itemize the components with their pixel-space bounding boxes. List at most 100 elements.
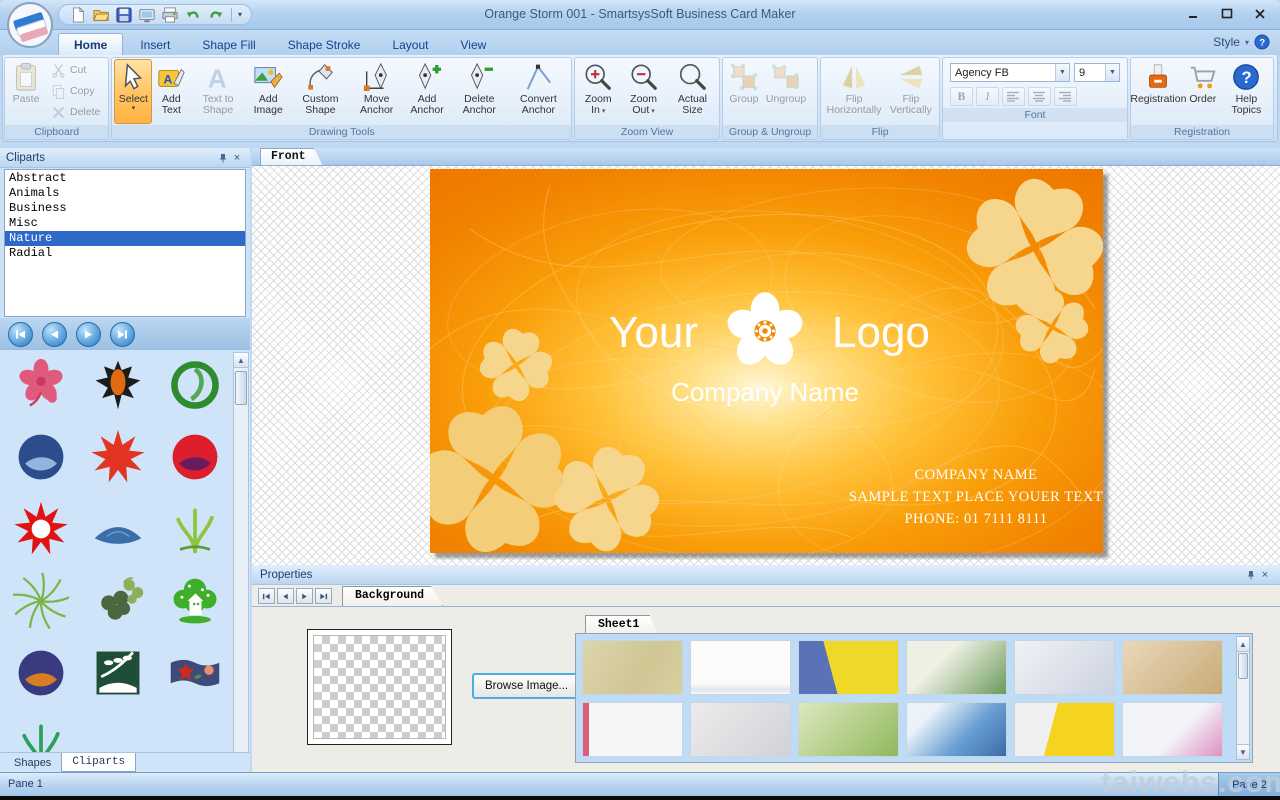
- category-animals[interactable]: Animals: [5, 186, 245, 201]
- background-thumbnail-green-money[interactable]: [906, 640, 1007, 695]
- tab-shape-fill[interactable]: Shape Fill: [187, 34, 270, 55]
- zoom-in-button[interactable]: Zoom In ▾: [577, 59, 619, 124]
- select-button[interactable]: Select▾: [114, 59, 152, 124]
- clipart-maple-leaf[interactable]: [83, 356, 154, 414]
- background-thumbnail-stacked-coins-sepia[interactable]: [1122, 640, 1223, 695]
- background-thumbnail-gray-sketch[interactable]: [690, 702, 791, 757]
- first-record-button[interactable]: [258, 588, 275, 604]
- clipart-red-petal-burst[interactable]: [83, 428, 154, 486]
- category-business[interactable]: Business: [5, 201, 245, 216]
- clipart-bird-of-paradise[interactable]: [6, 428, 77, 486]
- background-thumbnail-pink-flower-stripes[interactable]: [1122, 702, 1223, 757]
- scroll-up-icon[interactable]: ▲: [1237, 637, 1249, 652]
- last-record-button[interactable]: [315, 588, 332, 604]
- clipart-nature-scene[interactable]: [6, 644, 77, 702]
- font-family-select[interactable]: Agency FB▼: [950, 63, 1070, 82]
- background-thumbnail-blue-money[interactable]: [906, 702, 1007, 757]
- background-thumbnail-beige-map-texture[interactable]: [582, 640, 683, 695]
- clipart-cherry-blossom[interactable]: [6, 356, 77, 414]
- tab-cliparts[interactable]: Cliparts: [61, 753, 136, 772]
- background-thumbnail-yellow-calculator[interactable]: [1014, 702, 1115, 757]
- background-thumbnail-calculator-keys-faint[interactable]: [1014, 640, 1115, 695]
- clipart-lizard-ring[interactable]: [159, 356, 230, 414]
- background-preview[interactable]: [307, 629, 452, 745]
- svg-text:A: A: [208, 63, 227, 92]
- card-logo-text-right[interactable]: Logo: [832, 308, 930, 357]
- design-canvas[interactable]: Your Logo Company Name COMPANY NAME SAMP…: [252, 166, 1280, 565]
- tab-shape-stroke[interactable]: Shape Stroke: [273, 34, 376, 55]
- next-record-button[interactable]: [296, 588, 313, 604]
- properties-panel: Properties × Background Browse Image... …: [252, 565, 1280, 772]
- background-thumbnail-green-buttons[interactable]: [798, 702, 899, 757]
- close-panel-icon[interactable]: ×: [230, 151, 244, 165]
- registration-button[interactable]: Registration: [1133, 59, 1184, 124]
- tab-home[interactable]: Home: [58, 33, 123, 55]
- app-logo-icon[interactable]: [7, 2, 53, 48]
- last-page-button[interactable]: [110, 322, 135, 347]
- close-panel-icon[interactable]: ×: [1258, 568, 1272, 582]
- pin-icon[interactable]: [1244, 568, 1258, 582]
- tab-front[interactable]: Front: [260, 148, 323, 165]
- tab-sheet1[interactable]: Sheet1: [585, 615, 658, 635]
- clipart-spiral-burst[interactable]: [6, 572, 77, 630]
- next-page-button[interactable]: [76, 322, 101, 347]
- help-topics-button[interactable]: ?Help Topics: [1222, 59, 1271, 124]
- pin-icon[interactable]: [216, 151, 230, 165]
- custom-shape-button[interactable]: Custom Shape: [291, 59, 350, 124]
- tab-layout[interactable]: Layout: [377, 34, 443, 55]
- tab-background[interactable]: Background: [342, 586, 443, 606]
- clipart-tree-house[interactable]: [159, 572, 230, 630]
- card-logo-text-left[interactable]: Your: [609, 308, 698, 357]
- scrollbar-thumb[interactable]: [235, 371, 247, 405]
- minimize-button[interactable]: [1184, 6, 1204, 21]
- category-abstract[interactable]: Abstract: [5, 171, 245, 186]
- gallery-scrollbar[interactable]: ▲ ▼: [1236, 636, 1250, 760]
- button-label: Add Image: [249, 94, 288, 116]
- background-thumbnail-coin-sketch-white[interactable]: [690, 640, 791, 695]
- previous-record-button[interactable]: [277, 588, 294, 604]
- card-company-name[interactable]: Company Name: [671, 377, 859, 407]
- scrollbar-thumb[interactable]: [1238, 653, 1248, 679]
- background-thumbnail-white-calc-pink-stripe[interactable]: [582, 702, 683, 757]
- scroll-up-icon[interactable]: ▲: [234, 353, 248, 368]
- font-size-select[interactable]: 9▼: [1074, 63, 1120, 82]
- close-button[interactable]: [1250, 6, 1270, 21]
- text-to-shape-icon: A: [203, 62, 233, 92]
- tab-insert[interactable]: Insert: [125, 34, 185, 55]
- tab-view[interactable]: View: [445, 34, 501, 55]
- convert-anchor-button[interactable]: Convert Anchor: [508, 59, 570, 124]
- clipart-sun-face[interactable]: [6, 500, 77, 558]
- tab-shapes[interactable]: Shapes: [4, 753, 61, 772]
- maximize-button[interactable]: [1217, 6, 1237, 21]
- browse-image-button[interactable]: Browse Image...: [472, 673, 581, 699]
- previous-page-button[interactable]: [42, 322, 67, 347]
- move-anchor-button[interactable]: Move Anchor: [350, 59, 403, 124]
- scroll-down-icon[interactable]: ▼: [1237, 744, 1249, 759]
- add-text-button[interactable]: AAdd Text: [152, 59, 190, 124]
- category-nature[interactable]: Nature: [5, 231, 245, 246]
- clipart-flower-face[interactable]: [159, 428, 230, 486]
- delete-anchor-button[interactable]: Delete Anchor: [451, 59, 508, 124]
- zoom-out-button[interactable]: Zoom Out ▾: [619, 59, 668, 124]
- category-misc[interactable]: Misc: [5, 216, 245, 231]
- order-button[interactable]: Order: [1184, 59, 1222, 124]
- card-info-line-2[interactable]: SAMPLE TEXT PLACE YOUER TEXT: [849, 489, 1103, 505]
- background-thumbnail-blue-vase-yellow[interactable]: [798, 640, 899, 695]
- category-radial[interactable]: Radial: [5, 246, 245, 261]
- clipart-clover-leaves[interactable]: [83, 572, 154, 630]
- clipart-rice-field[interactable]: [83, 644, 154, 702]
- help-icon[interactable]: ?: [1254, 34, 1270, 50]
- clipart-grass-blades[interactable]: [159, 500, 230, 558]
- clipart-autumn-flag[interactable]: [159, 644, 230, 702]
- add-anchor-button[interactable]: Add Anchor: [403, 59, 451, 124]
- clipart-category-list[interactable]: AbstractAnimalsBusinessMiscNatureRadial: [4, 169, 246, 317]
- clipart-scrollbar[interactable]: ▲ ▼: [233, 352, 249, 800]
- style-menu[interactable]: Style ▾ ?: [1213, 34, 1270, 50]
- business-card-front[interactable]: Your Logo Company Name COMPANY NAME SAMP…: [430, 169, 1103, 553]
- card-info-line-1[interactable]: COMPANY NAME: [915, 467, 1038, 483]
- actual-size-button[interactable]: Actual Size: [668, 59, 717, 124]
- clipart-pond-leaf[interactable]: [83, 500, 154, 558]
- add-image-button[interactable]: Add Image: [246, 59, 291, 124]
- card-info-line-3[interactable]: PHONE: 01 7111 8111: [904, 511, 1047, 527]
- first-page-button[interactable]: [8, 322, 33, 347]
